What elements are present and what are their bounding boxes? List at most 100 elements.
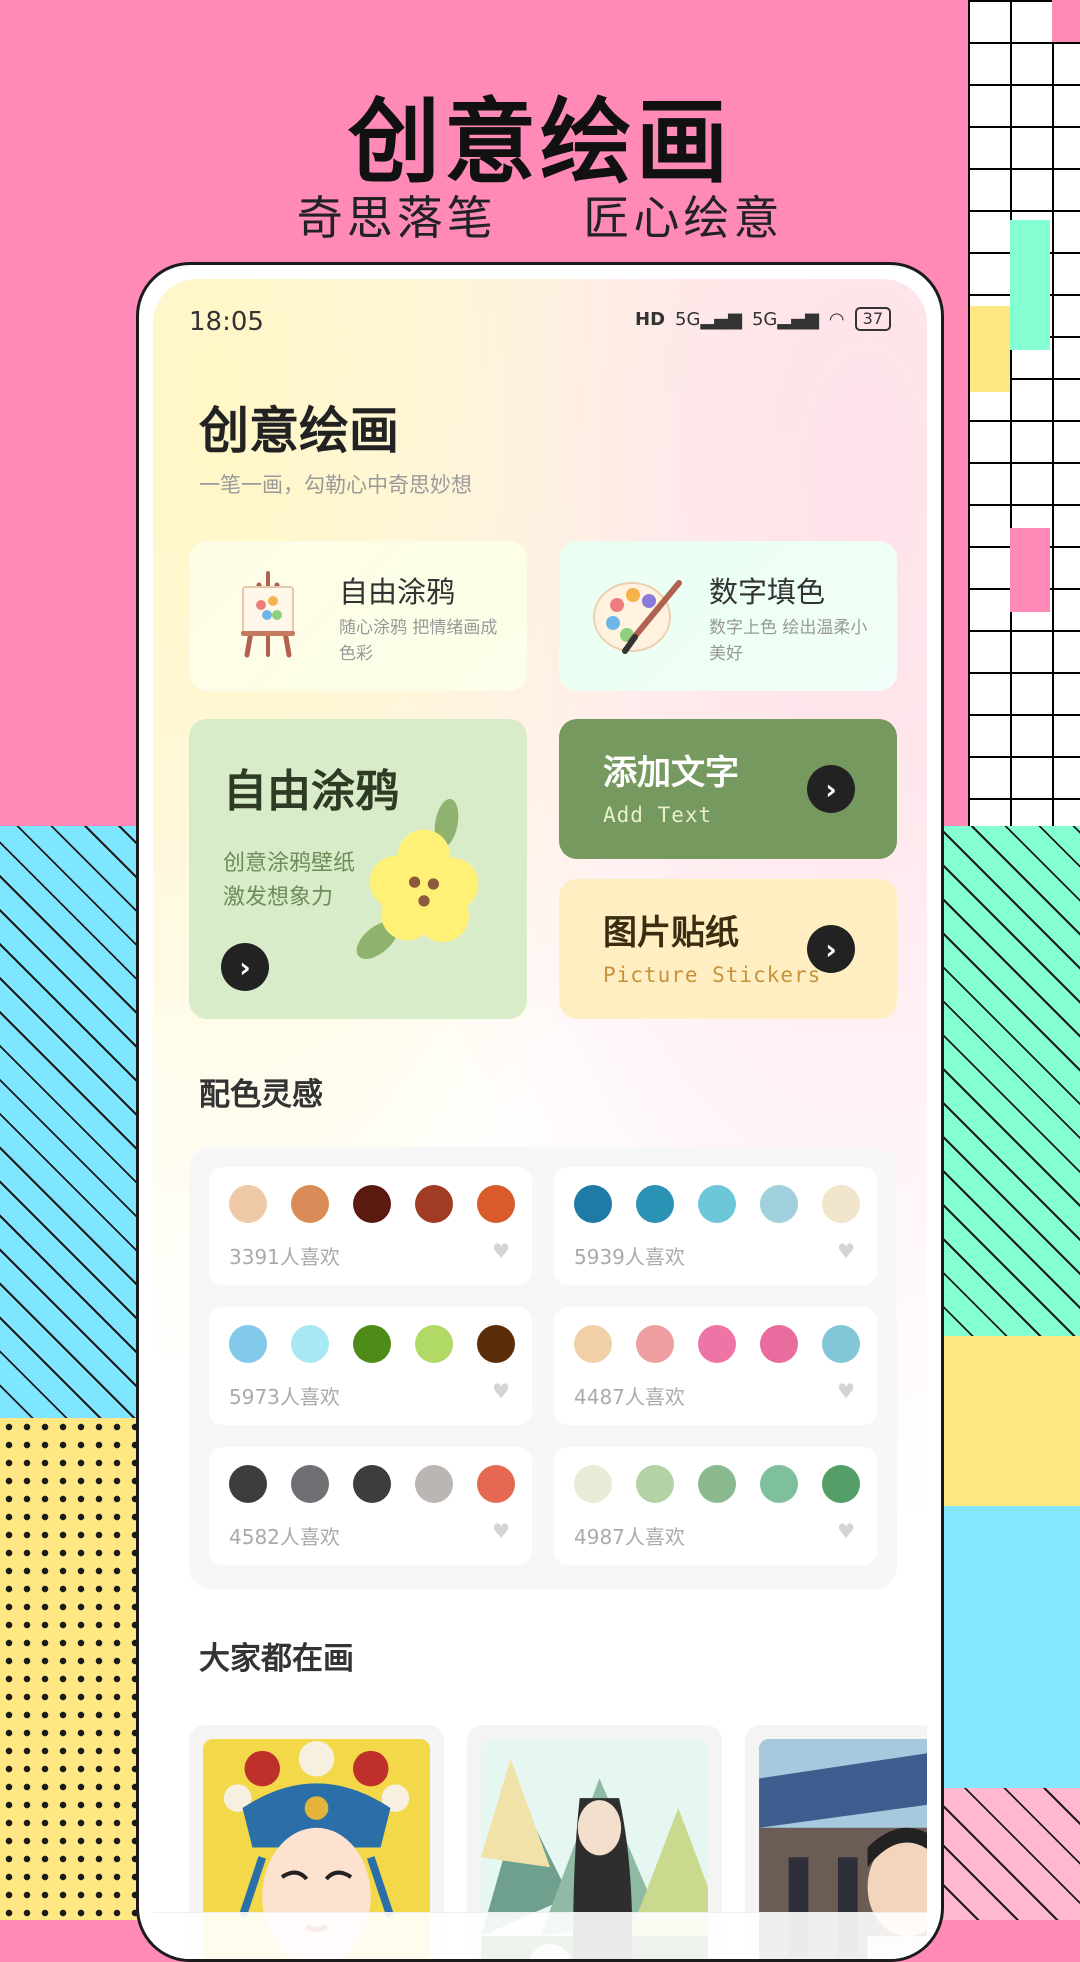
grid-cell-yellow <box>970 306 1010 392</box>
color-swatch <box>229 1185 267 1223</box>
background-stripes-left <box>0 826 140 1418</box>
heart-icon[interactable]: ♥ <box>492 1239 510 1263</box>
hd-icon: HD <box>635 308 666 330</box>
feature-title: 自由涂鸦 <box>339 575 456 609</box>
flower-illustration <box>356 799 479 959</box>
tile-title: 图片贴纸 <box>603 913 739 953</box>
bottom-navigation-bar[interactable] <box>153 1912 927 1959</box>
background-stripes-right <box>940 826 1080 1336</box>
grid-cell-pink <box>1052 0 1080 42</box>
color-swatch <box>574 1465 612 1503</box>
heart-icon[interactable]: ♥ <box>492 1379 510 1403</box>
palette-card[interactable]: 5939人喜欢 ♥ <box>554 1167 877 1285</box>
color-swatch <box>636 1465 674 1503</box>
background-blue-block <box>940 1506 1080 1788</box>
color-swatch <box>291 1325 329 1363</box>
color-swatch <box>698 1465 736 1503</box>
color-swatch <box>291 1185 329 1223</box>
picture-stickers-tile[interactable]: 图片贴纸 Picture Stickers › <box>559 879 897 1019</box>
free-doodle-tile[interactable]: 自由涂鸦 创意涂鸦壁纸 激发想象力 › <box>189 719 527 1019</box>
status-time: 18:05 <box>189 307 264 337</box>
likes-count: 5939人喜欢 <box>574 1245 685 1269</box>
heart-icon[interactable]: ♥ <box>837 1239 855 1263</box>
feature-title: 数字填色 <box>709 575 826 609</box>
tile-subtitle: Picture Stickers <box>603 963 822 987</box>
color-swatch <box>760 1185 798 1223</box>
tile-line-1: 创意涂鸦壁纸 <box>223 851 356 876</box>
color-swatches <box>574 1465 860 1503</box>
palette-card[interactable]: 5973人喜欢 ♥ <box>209 1307 532 1425</box>
heart-icon[interactable]: ♥ <box>837 1379 855 1403</box>
feature-desc: 随心涂鸦 把情绪画成色彩 <box>339 618 498 664</box>
palette-grid: 3391人喜欢 ♥ 5939人喜欢 ♥ 5973人喜欢 ♥ 4487人喜欢 ♥ 4582人喜欢 ♥… <box>189 1147 897 1589</box>
chevron-right-icon[interactable]: › <box>807 765 855 813</box>
color-swatch <box>822 1185 860 1223</box>
color-swatch <box>822 1325 860 1363</box>
heart-icon[interactable]: ♥ <box>837 1519 855 1543</box>
app-title: 创意绘画 <box>199 402 399 460</box>
color-swatch <box>229 1465 267 1503</box>
color-swatch <box>760 1465 798 1503</box>
color-swatch <box>574 1325 612 1363</box>
color-swatches <box>574 1185 860 1223</box>
color-swatch <box>698 1325 736 1363</box>
color-swatches <box>574 1325 860 1363</box>
app-subtitle: 一笔一画，勾勒心中奇思妙想 <box>199 473 472 497</box>
color-swatch <box>353 1185 391 1223</box>
palette-card[interactable]: 4582人喜欢 ♥ <box>209 1447 532 1565</box>
add-text-tile[interactable]: 添加文字 Add Text › <box>559 719 897 859</box>
feature-desc: 数字上色 绘出温柔小美好 <box>709 618 868 664</box>
likes-count: 3391人喜欢 <box>229 1245 340 1269</box>
likes-count: 4487人喜欢 <box>574 1385 685 1409</box>
background-pink-stripes <box>940 1788 1080 1920</box>
color-swatch <box>353 1465 391 1503</box>
color-swatch <box>477 1185 515 1223</box>
color-swatch <box>415 1185 453 1223</box>
tile-line-2: 激发想象力 <box>223 885 334 910</box>
color-swatch <box>760 1325 798 1363</box>
color-swatch <box>477 1465 515 1503</box>
gallery-section-title: 大家都在画 <box>199 1641 354 1677</box>
feature-card-color-by-number[interactable]: 数字填色 数字上色 绘出温柔小美好 <box>559 541 897 691</box>
color-swatch <box>636 1185 674 1223</box>
signal-5g-icon-2: 5G▂▄▆ <box>751 308 819 330</box>
palette-card[interactable]: 3391人喜欢 ♥ <box>209 1167 532 1285</box>
heart-icon[interactable]: ♥ <box>492 1519 510 1543</box>
color-swatch <box>574 1185 612 1223</box>
color-swatch <box>636 1325 674 1363</box>
palette-card[interactable]: 4987人喜欢 ♥ <box>554 1447 877 1565</box>
phone-frame: 18:05 HD 5G▂▄▆ 5G▂▄▆ ◠ 37 创意绘画 一笔一画，勾勒心中… <box>136 262 944 1962</box>
tile-title: 添加文字 <box>603 753 739 793</box>
color-swatch <box>415 1465 453 1503</box>
chevron-right-icon[interactable]: › <box>807 925 855 973</box>
background-dots-left <box>0 1418 140 1920</box>
wifi-icon: ◠ <box>828 308 845 330</box>
background-yellow-block <box>940 1336 1080 1506</box>
hero-subtitle-right: 匠心绘意 <box>583 191 784 245</box>
feature-card-free-doodle[interactable]: 自由涂鸦 随心涂鸦 把情绪画成色彩 <box>189 541 527 691</box>
hero-subtitle: 奇思落笔 匠心绘意 <box>0 182 1080 248</box>
grid-cell-pink-2 <box>1010 528 1050 612</box>
likes-count: 5973人喜欢 <box>229 1385 340 1409</box>
color-swatch <box>229 1325 267 1363</box>
app-screen: 18:05 HD 5G▂▄▆ 5G▂▄▆ ◠ 37 创意绘画 一笔一画，勾勒心中… <box>153 279 927 1959</box>
tile-subtitle: Add Text <box>603 803 713 827</box>
color-swatch <box>415 1325 453 1363</box>
palette-brush-icon <box>593 580 682 654</box>
palette-section-title: 配色灵感 <box>199 1077 323 1113</box>
color-swatch <box>698 1185 736 1223</box>
likes-count: 4582人喜欢 <box>229 1525 340 1549</box>
easel-icon <box>241 571 295 658</box>
color-swatch <box>291 1465 329 1503</box>
palette-card[interactable]: 4487人喜欢 ♥ <box>554 1307 877 1425</box>
color-swatches <box>229 1325 515 1363</box>
hero-subtitle-left: 奇思落笔 <box>296 191 497 245</box>
signal-5g-icon: 5G▂▄▆ <box>675 308 742 330</box>
status-icons: HD 5G▂▄▆ 5G▂▄▆ ◠ 37 <box>635 307 891 331</box>
color-swatches <box>229 1465 515 1503</box>
chevron-right-icon[interactable]: › <box>221 943 269 991</box>
color-swatch <box>353 1325 391 1363</box>
color-swatches <box>229 1185 515 1223</box>
battery-icon: 37 <box>854 307 891 331</box>
color-swatch <box>822 1465 860 1503</box>
